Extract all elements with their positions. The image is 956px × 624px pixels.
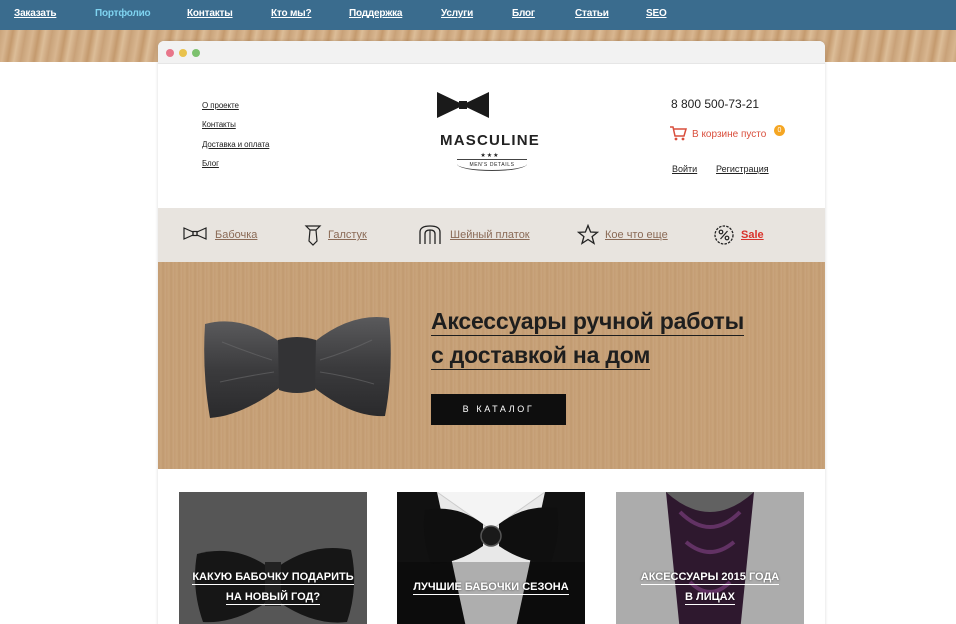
tile-caption-line2: В ЛИЦАХ [685, 591, 735, 605]
percent-badge-icon [714, 225, 734, 245]
header-link-blog[interactable]: Блог [202, 159, 219, 168]
article-tile-gift[interactable]: КАКУЮ БАБОЧКУ ПОДАРИТЬ НА НОВЫЙ ГОД? [179, 492, 367, 624]
article-tile-best-season[interactable]: ЛУЧШИЕ БАБОЧКИ СЕЗОНА [397, 492, 585, 624]
topnav-link-portfolio[interactable]: Портфолио [95, 8, 151, 19]
category-label: Кое что еще [605, 229, 668, 241]
topnav-link-blog[interactable]: Блог [512, 8, 535, 19]
topnav-link-services[interactable]: Услуги [441, 8, 473, 19]
cart-count-badge: 0 [774, 125, 785, 136]
logo-stars: ★★★ [480, 153, 500, 159]
window-close-dot [166, 49, 174, 57]
category-label: Бабочка [215, 229, 258, 241]
topnav-link-articles[interactable]: Статьи [575, 8, 609, 19]
cart-icon[interactable] [669, 125, 687, 141]
category-label: Галстук [328, 229, 367, 241]
bow-tie-icon [183, 227, 207, 240]
top-nav: Заказать Портфолио Контакты Кто мы? Подд… [0, 0, 956, 30]
logo-brand-name[interactable]: MASCULINE [437, 132, 543, 149]
register-link[interactable]: Регистрация [716, 164, 769, 174]
tile-caption-line1: ЛУЧШИЕ БАБОЧКИ СЕЗОНА [413, 581, 569, 595]
hero-title-line1: Аксессуары ручной работы [431, 308, 745, 336]
hero-title-line2: с доставкой на дом [431, 342, 651, 370]
catalog-button[interactable]: В КАТАЛОГ [431, 394, 566, 425]
tile-caption-line1: АКСЕССУАРЫ 2015 ГОДА [640, 571, 780, 585]
article-tile-accessories-2015[interactable]: АКСЕССУАРЫ 2015 ГОДА В ЛИЦАХ [616, 492, 804, 624]
window-minimize-dot [179, 49, 187, 57]
tile-caption-line2: НА НОВЫЙ ГОД? [225, 591, 321, 605]
star-icon [577, 224, 599, 245]
topnav-link-order[interactable]: Заказать [14, 8, 57, 19]
header-link-delivery[interactable]: Доставка и оплата [202, 140, 269, 149]
topnav-link-about[interactable]: Кто мы? [271, 8, 312, 19]
header-link-contacts[interactable]: Контакты [202, 120, 236, 129]
window-maximize-dot [192, 49, 200, 57]
tile-caption-line1: КАКУЮ БАБОЧКУ ПОДАРИТЬ [192, 571, 354, 585]
browser-toolbar [158, 41, 825, 64]
topnav-link-support[interactable]: Поддержка [349, 8, 402, 19]
hero-bow-tie-image [204, 317, 391, 418]
category-label: Sale [741, 229, 764, 241]
cart-status[interactable]: В корзине пусто [692, 129, 766, 140]
bow-tie-icon[interactable] [435, 90, 491, 120]
category-label: Шейный платок [450, 229, 530, 241]
tile-image-tuxedo [397, 492, 585, 624]
header-link-about-project[interactable]: О проекте [202, 101, 239, 110]
scarf-icon [419, 225, 441, 244]
tie-icon [304, 225, 322, 246]
login-link[interactable]: Войти [672, 164, 697, 174]
topnav-link-seo[interactable]: SEO [646, 8, 667, 19]
phone-number: 8 800 500-73-21 [671, 97, 760, 111]
topnav-link-contacts[interactable]: Контакты [187, 8, 233, 19]
